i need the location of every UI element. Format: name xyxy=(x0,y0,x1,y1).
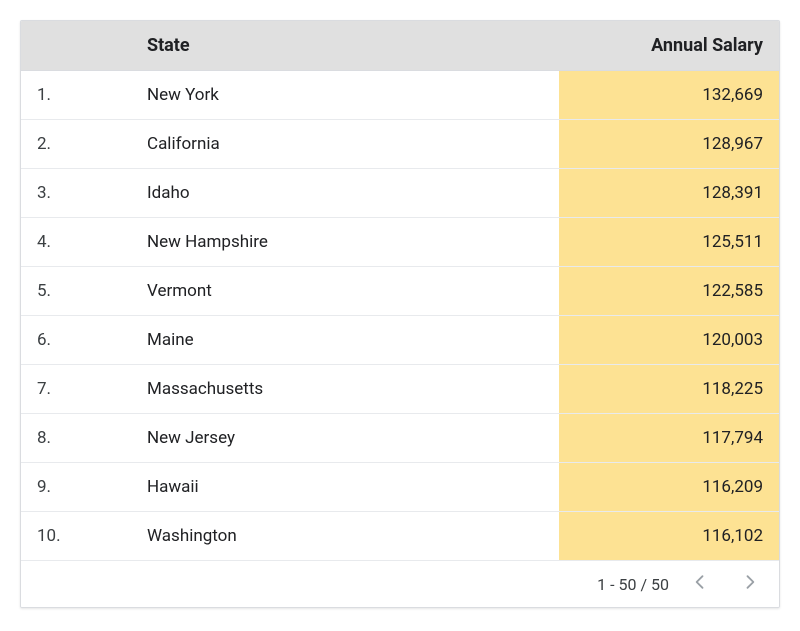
cell-salary: 117,794 xyxy=(559,414,779,463)
header-state[interactable]: State xyxy=(131,21,559,71)
salary-table: State Annual Salary 1.New York132,6692.C… xyxy=(21,21,779,561)
cell-rank: 6. xyxy=(21,316,131,365)
cell-rank: 8. xyxy=(21,414,131,463)
cell-state: New Jersey xyxy=(131,414,559,463)
chevron-right-icon xyxy=(740,572,760,596)
table-row[interactable]: 2.California128,967 xyxy=(21,120,779,169)
cell-salary: 132,669 xyxy=(559,71,779,120)
cell-state: California xyxy=(131,120,559,169)
cell-salary: 128,967 xyxy=(559,120,779,169)
table-row[interactable]: 6.Maine120,003 xyxy=(21,316,779,365)
cell-rank: 1. xyxy=(21,71,131,120)
cell-rank: 2. xyxy=(21,120,131,169)
cell-rank: 4. xyxy=(21,218,131,267)
salary-table-container: State Annual Salary 1.New York132,6692.C… xyxy=(20,20,780,608)
pagination-range: 1 - 50 / 50 xyxy=(597,575,669,594)
cell-salary: 116,209 xyxy=(559,463,779,512)
pagination-bar: 1 - 50 / 50 xyxy=(21,561,779,607)
cell-rank: 7. xyxy=(21,365,131,414)
cell-salary: 128,391 xyxy=(559,169,779,218)
header-rank[interactable] xyxy=(21,21,131,71)
header-salary[interactable]: Annual Salary xyxy=(559,21,779,71)
table-row[interactable]: 1.New York132,669 xyxy=(21,71,779,120)
pagination-prev-button[interactable] xyxy=(687,571,713,597)
cell-salary: 125,511 xyxy=(559,218,779,267)
cell-state: Hawaii xyxy=(131,463,559,512)
cell-state: New York xyxy=(131,71,559,120)
table-header-row: State Annual Salary xyxy=(21,21,779,71)
cell-state: Idaho xyxy=(131,169,559,218)
cell-state: New Hampshire xyxy=(131,218,559,267)
cell-state: Maine xyxy=(131,316,559,365)
table-row[interactable]: 3.Idaho128,391 xyxy=(21,169,779,218)
cell-salary: 120,003 xyxy=(559,316,779,365)
table-row[interactable]: 8.New Jersey117,794 xyxy=(21,414,779,463)
table-row[interactable]: 7.Massachusetts118,225 xyxy=(21,365,779,414)
cell-rank: 5. xyxy=(21,267,131,316)
cell-salary: 118,225 xyxy=(559,365,779,414)
cell-salary: 116,102 xyxy=(559,512,779,561)
cell-state: Washington xyxy=(131,512,559,561)
cell-rank: 10. xyxy=(21,512,131,561)
table-row[interactable]: 5.Vermont122,585 xyxy=(21,267,779,316)
table-row[interactable]: 9.Hawaii116,209 xyxy=(21,463,779,512)
cell-state: Vermont xyxy=(131,267,559,316)
table-row[interactable]: 10.Washington116,102 xyxy=(21,512,779,561)
pagination-next-button[interactable] xyxy=(737,571,763,597)
cell-state: Massachusetts xyxy=(131,365,559,414)
chevron-left-icon xyxy=(690,572,710,596)
table-row[interactable]: 4.New Hampshire125,511 xyxy=(21,218,779,267)
cell-rank: 9. xyxy=(21,463,131,512)
cell-salary: 122,585 xyxy=(559,267,779,316)
cell-rank: 3. xyxy=(21,169,131,218)
